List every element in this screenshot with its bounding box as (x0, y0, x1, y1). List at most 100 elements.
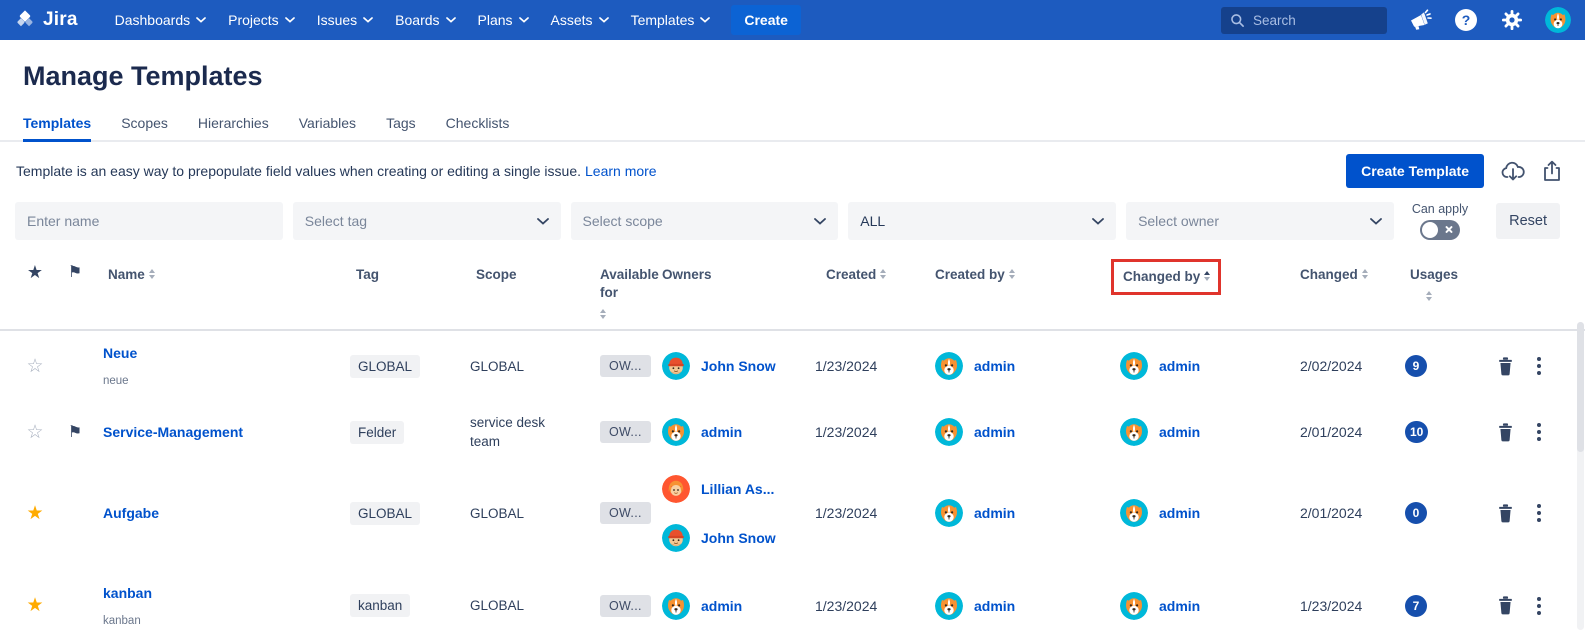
learn-more-link[interactable]: Learn more (585, 163, 657, 179)
more-options-kebab-icon[interactable] (1535, 595, 1543, 617)
favorite-star-icon[interactable]: ★ (15, 502, 55, 525)
header-created[interactable]: Created (805, 262, 925, 294)
announcements-button[interactable] (1407, 7, 1433, 33)
can-apply-label: Can apply (1412, 202, 1468, 216)
name-filter-input[interactable] (27, 213, 271, 229)
header-owners[interactable]: Owners (652, 262, 805, 294)
chevron-down-icon (519, 17, 529, 23)
vertical-scrollbar[interactable] (1577, 322, 1584, 630)
changed-by-cell: admin (1110, 499, 1290, 527)
header-usages[interactable]: Usages (1395, 262, 1480, 311)
chevron-down-icon (599, 17, 609, 23)
search-icon (1230, 13, 1245, 28)
delete-trash-icon[interactable] (1496, 356, 1515, 377)
header-tag[interactable]: Tag (340, 262, 460, 294)
nav-item-issues[interactable]: Issues (306, 0, 384, 40)
header-changed-by[interactable]: Changed by (1110, 262, 1290, 305)
create-template-button[interactable]: Create Template (1346, 154, 1484, 188)
scrollbar-thumb[interactable] (1577, 322, 1584, 452)
owner-link[interactable]: admin (701, 598, 742, 614)
sort-icon (1362, 269, 1368, 279)
import-button[interactable] (1501, 160, 1525, 182)
help-button[interactable]: ? (1453, 7, 1479, 33)
created-by-link[interactable]: admin (974, 505, 1015, 521)
changed-by-avatar (1120, 418, 1148, 446)
tab-hierarchies[interactable]: Hierarchies (198, 115, 269, 140)
owner-link[interactable]: John Snow (701, 530, 776, 546)
flag-column-header-icon: ⚑ (55, 262, 95, 282)
favorite-star-icon[interactable]: ☆ (15, 355, 55, 378)
created-by-link[interactable]: admin (974, 358, 1015, 374)
template-name-link[interactable]: Service-Management (95, 424, 340, 440)
created-by-link[interactable]: admin (974, 424, 1015, 440)
more-options-kebab-icon[interactable] (1535, 421, 1543, 443)
chevron-down-icon (363, 17, 373, 23)
changed-by-link[interactable]: admin (1159, 598, 1200, 614)
scope-cell: GLOBAL (460, 504, 570, 524)
chevron-down-icon (285, 17, 295, 23)
header-scope[interactable]: Scope (460, 262, 590, 294)
delete-trash-icon[interactable] (1496, 595, 1515, 616)
tag-filter-select[interactable]: Select tag (293, 202, 561, 240)
brand-name: Jira (43, 9, 78, 31)
tag-cell: GLOBAL (340, 502, 460, 525)
reset-button[interactable]: Reset (1496, 203, 1560, 239)
nav-item-templates[interactable]: Templates (620, 0, 722, 40)
create-button[interactable]: Create (731, 5, 801, 35)
jira-logo[interactable]: Jira (14, 9, 78, 31)
nav-right: ? (1221, 7, 1571, 34)
header-changed[interactable]: Changed (1290, 262, 1395, 294)
nav-item-boards[interactable]: Boards (384, 0, 466, 40)
nav-item-dashboards[interactable]: Dashboards (104, 0, 218, 40)
export-button[interactable] (1542, 160, 1562, 182)
usages-cell: 0 (1395, 502, 1480, 524)
chevron-down-icon (814, 218, 826, 225)
owner-filter-select[interactable]: Select owner (1126, 202, 1394, 240)
settings-button[interactable] (1499, 7, 1525, 33)
usages-badge: 0 (1405, 502, 1427, 524)
header-available-for[interactable]: Available for (590, 262, 652, 329)
tab-templates[interactable]: Templates (23, 115, 91, 140)
tab-tags[interactable]: Tags (386, 115, 416, 140)
template-name-link[interactable]: Aufgabe (95, 505, 340, 521)
tab-variables[interactable]: Variables (299, 115, 356, 140)
tab-checklists[interactable]: Checklists (446, 115, 510, 140)
delete-trash-icon[interactable] (1496, 503, 1515, 524)
owner-link[interactable]: admin (701, 424, 742, 440)
favorite-star-icon[interactable]: ★ (15, 594, 55, 617)
table-row: ☆ Neue neue GLOBAL GLOBAL OW... John Sno… (0, 331, 1585, 401)
search-box[interactable] (1221, 7, 1387, 34)
tab-scopes[interactable]: Scopes (121, 115, 168, 140)
usages-badge: 9 (1405, 355, 1427, 377)
favorite-star-icon[interactable]: ☆ (15, 421, 55, 444)
user-avatar[interactable] (1545, 7, 1571, 33)
changed-by-link[interactable]: admin (1159, 505, 1200, 521)
nav-item-projects[interactable]: Projects (217, 0, 306, 40)
delete-trash-icon[interactable] (1496, 422, 1515, 443)
created-by-cell: admin (925, 352, 1110, 380)
header-name[interactable]: Name (95, 262, 340, 294)
nav-item-plans[interactable]: Plans (467, 0, 540, 40)
created-cell: 1/23/2024 (805, 598, 925, 614)
owner-link[interactable]: John Snow (701, 358, 776, 374)
can-apply-toggle[interactable] (1420, 220, 1460, 240)
owners-cell: John Snow (652, 352, 805, 380)
template-name-link[interactable]: Neue (95, 345, 340, 361)
tab-bar: Templates Scopes Hierarchies Variables T… (0, 115, 1585, 142)
sort-ascending-icon (1204, 271, 1210, 281)
owner-link[interactable]: Lillian As... (701, 481, 774, 497)
nav-item-assets[interactable]: Assets (540, 0, 620, 40)
search-input[interactable] (1253, 13, 1373, 28)
type-filter-select[interactable]: ALL (848, 202, 1116, 240)
changed-by-link[interactable]: admin (1159, 358, 1200, 374)
header-created-by[interactable]: Created by (925, 262, 1110, 294)
template-name-link[interactable]: kanban (95, 585, 340, 601)
changed-by-link[interactable]: admin (1159, 424, 1200, 440)
sort-icon (880, 269, 886, 279)
more-options-kebab-icon[interactable] (1535, 355, 1543, 377)
scope-filter-select[interactable]: Select scope (571, 202, 839, 240)
page-title: Manage Templates (0, 40, 1585, 92)
created-by-cell: admin (925, 592, 1110, 620)
more-options-kebab-icon[interactable] (1535, 502, 1543, 524)
created-by-link[interactable]: admin (974, 598, 1015, 614)
